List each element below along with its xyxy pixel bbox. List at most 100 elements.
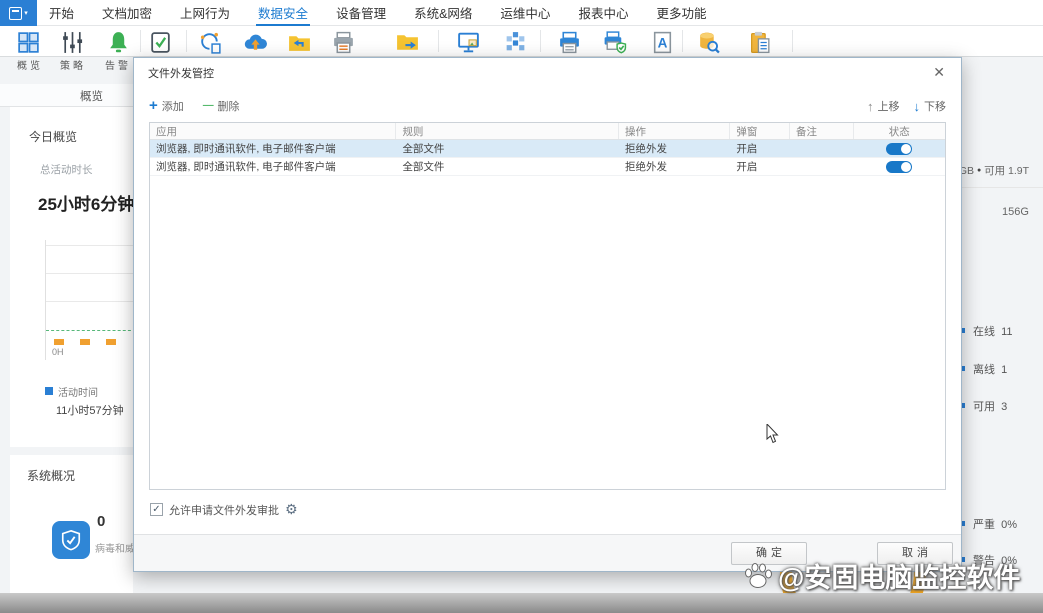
chevron-down-icon: ▾	[24, 10, 28, 17]
cell-action: 拒绝外发	[619, 159, 730, 174]
menu-item-report-center[interactable]: 报表中心	[576, 0, 630, 26]
approval-checkbox[interactable]: ✓	[150, 503, 163, 516]
screen-monitor-button[interactable]	[452, 28, 484, 56]
table-row[interactable]: 浏览器, 即时通讯软件, 电子邮件客户端 全部文件 拒绝外发 开启	[150, 140, 945, 158]
virus-label: 病毒和威胁	[95, 540, 133, 555]
cell-app: 浏览器, 即时通讯软件, 电子邮件客户端	[150, 159, 396, 174]
col-status[interactable]: 状态	[854, 123, 945, 139]
menu-item-data-security[interactable]: 数据安全	[256, 0, 310, 26]
print-document-icon	[331, 30, 356, 55]
level-severe: 严重 0%	[973, 516, 1017, 532]
dialog-title: 文件外发管控	[148, 65, 214, 81]
overview-label: 概览	[17, 57, 43, 72]
clipboard-paste-button[interactable]	[744, 28, 776, 56]
mouse-cursor	[766, 424, 780, 444]
chart-x-tick: 0H	[52, 347, 64, 357]
screen-watermark-button[interactable]	[499, 28, 531, 56]
page-tab-bar: 概览	[0, 84, 133, 107]
overview-grid-icon	[16, 30, 41, 55]
menu-item-device-mgmt[interactable]: 设备管理	[334, 0, 388, 26]
menu-item-web-behavior[interactable]: 上网行为	[178, 0, 232, 26]
dialog-toolbar: + 添加 ─ 删除 ↑ 上移 ↓ 下移	[149, 98, 946, 118]
status-toggle[interactable]	[886, 161, 912, 173]
cloud-upload-button[interactable]	[239, 28, 271, 56]
folder-forward-icon	[395, 30, 420, 55]
move-up-button[interactable]: ↑ 上移	[867, 98, 900, 114]
stat-available: 可用 3	[973, 398, 1007, 414]
delete-label: 删除	[217, 98, 239, 114]
legend-value: 11小时57分钟	[56, 402, 124, 418]
file-outgoing-dialog: 文件外发管控 ✕ + 添加 ─ 删除 ↑ 上移 ↓ 下移	[133, 57, 962, 572]
col-popup[interactable]: 弹窗	[730, 123, 790, 139]
clipboard-paste-icon	[748, 30, 773, 55]
overview-button[interactable]	[12, 28, 44, 56]
chart-bar	[106, 339, 116, 345]
cell-popup: 开启	[730, 159, 790, 174]
col-rule[interactable]: 规则	[396, 123, 619, 139]
alert-button[interactable]	[102, 28, 134, 56]
activity-chart: 0H	[45, 240, 135, 360]
divider	[955, 187, 1043, 188]
table-header: 应用 规则 操作 弹窗 备注 状态	[150, 123, 945, 140]
table-row[interactable]: 浏览器, 即时通讯软件, 电子邮件客户端 全部文件 拒绝外发 开启	[150, 158, 945, 176]
folder-return-button[interactable]	[283, 28, 315, 56]
rules-table: 应用 规则 操作 弹窗 备注 状态 浏览器, 即时通讯软件, 电子邮件客户端 全…	[149, 122, 946, 490]
status-toggle[interactable]	[886, 143, 912, 155]
move-down-button[interactable]: ↓ 下移	[914, 98, 947, 114]
cloud-upload-icon	[243, 30, 268, 55]
menu-item-more[interactable]: 更多功能	[654, 0, 708, 26]
app-menu-icon	[9, 7, 22, 20]
move-down-label: 下移	[924, 98, 946, 114]
cell-rule: 全部文件	[396, 159, 619, 174]
database-search-button[interactable]	[692, 28, 724, 56]
delete-button[interactable]: ─ 删除	[203, 98, 240, 114]
main-menu: 开始 文档加密 上网行为 数据安全 设备管理 系统&网络 运维中心 报表中心 更…	[47, 0, 708, 26]
watermark: @安固电脑监控软件	[742, 556, 1020, 595]
sync-refresh-icon	[198, 30, 223, 55]
menu-item-doc-encrypt[interactable]: 文档加密	[100, 0, 154, 26]
system-section-title: 系统概况	[27, 467, 75, 484]
menu-item-start[interactable]: 开始	[47, 0, 76, 26]
menu-item-ops-center[interactable]: 运维中心	[498, 0, 552, 26]
cell-popup: 开启	[730, 141, 790, 156]
menu-item-system-network[interactable]: 系统&网络	[412, 0, 474, 26]
application-window: ▾ 开始 文档加密 上网行为 数据安全 设备管理 系统&网络 运维中心 报表中心…	[0, 0, 1043, 613]
policy-sliders-icon	[60, 30, 85, 55]
tab-overview[interactable]: 概览	[80, 88, 103, 104]
gear-icon[interactable]: ⚙	[285, 501, 298, 518]
add-label: 添加	[162, 98, 184, 114]
app-menu-button[interactable]: ▾	[0, 0, 37, 26]
antivirus-card	[52, 521, 90, 559]
print-document-button[interactable]	[327, 28, 359, 56]
folder-forward-button[interactable]	[391, 28, 423, 56]
cell-action: 拒绝外发	[619, 141, 730, 156]
add-button[interactable]: + 添加	[149, 98, 184, 114]
disk2-text: 156G	[1002, 206, 1029, 218]
ribbon-toolbar: A	[0, 26, 1043, 57]
document-watermark-button[interactable]: A	[646, 28, 678, 56]
virus-count: 0	[97, 513, 105, 530]
print-security-button[interactable]	[598, 28, 630, 56]
legend-label: 活动时间	[58, 384, 98, 399]
col-remark[interactable]: 备注	[790, 123, 854, 139]
col-action[interactable]: 操作	[619, 123, 730, 139]
chart-threshold-line	[46, 330, 136, 331]
approval-option: ✓ 允许申请文件外发审批 ⚙	[150, 501, 298, 518]
sync-button[interactable]	[194, 28, 226, 56]
approval-label: 允许申请文件外发审批	[169, 502, 279, 518]
arrow-up-icon: ↑	[867, 99, 874, 114]
print-security-icon	[602, 30, 627, 55]
screen-monitor-icon	[456, 30, 481, 55]
policy-button[interactable]	[56, 28, 88, 56]
approval-button[interactable]	[144, 28, 176, 56]
database-search-icon	[696, 30, 721, 55]
toolbar-separator	[792, 30, 793, 52]
close-icon[interactable]: ✕	[929, 62, 949, 83]
col-application[interactable]: 应用	[150, 123, 396, 139]
bottom-strip	[0, 593, 1043, 613]
shield-check-icon	[60, 529, 82, 551]
toolbar-separator	[540, 30, 541, 52]
printer-button[interactable]	[553, 28, 585, 56]
alert-label: 告警	[105, 57, 131, 72]
move-up-label: 上移	[878, 98, 900, 114]
